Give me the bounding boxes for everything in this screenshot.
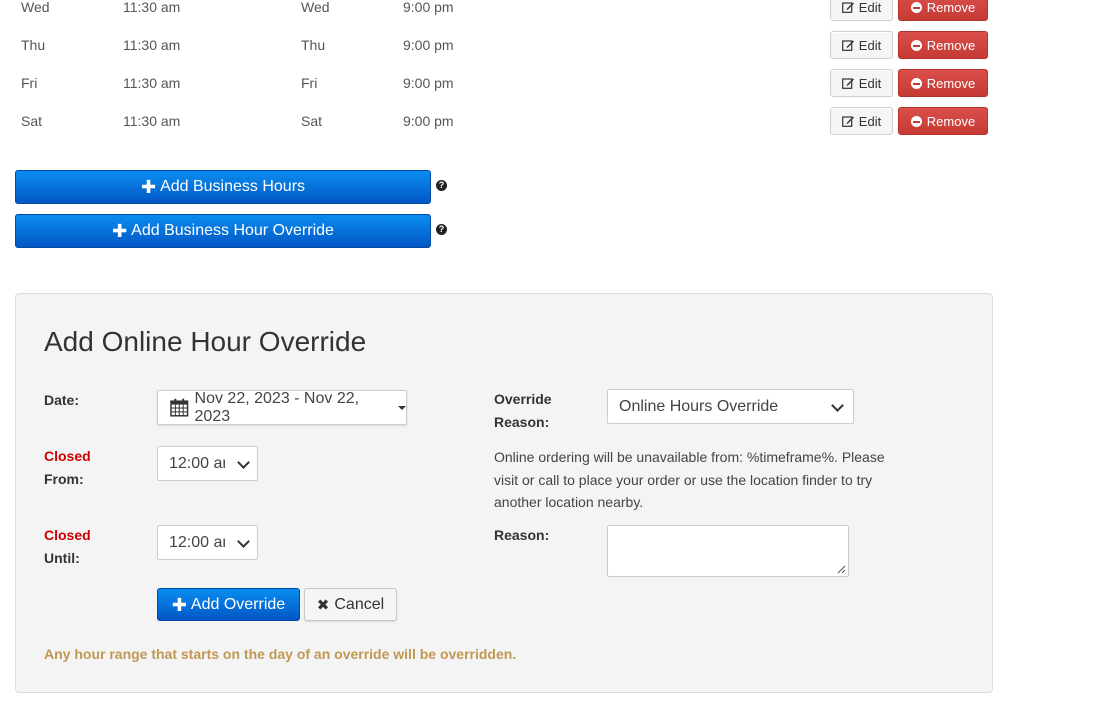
edit-icon: [841, 116, 854, 127]
resize-grip-icon[interactable]: [836, 564, 846, 574]
override-reason-value: Online Hours Override: [619, 397, 779, 415]
close-day: Sat: [301, 113, 323, 129]
chevron-down-icon: [237, 456, 250, 469]
edit-label: Edit: [858, 113, 882, 129]
reason-label: Reason:: [494, 527, 550, 543]
remove-button[interactable]: Remove: [898, 31, 988, 59]
remove-label: Remove: [926, 113, 976, 129]
edit-label: Edit: [858, 37, 882, 53]
open-time: 11:30 am: [123, 37, 181, 53]
remove-label: Remove: [926, 37, 976, 53]
cancel-button[interactable]: ✖ Cancel: [304, 588, 397, 621]
add-override-button[interactable]: ✚ Add Override: [157, 588, 300, 621]
add-override-button-label: Add Business Hour Override: [131, 222, 334, 239]
closed-until-select[interactable]: 12:00 am: [157, 525, 258, 560]
override-note: Any hour range that starts on the day of…: [44, 646, 517, 662]
closed-from-label: Closed: [44, 448, 91, 464]
edit-icon: [841, 2, 854, 13]
open-time: 11:30 am: [123, 0, 181, 15]
override-reason-label-reason: Reason:: [494, 414, 550, 430]
open-day: Thu: [21, 37, 46, 53]
closed-from-value: 12:00 am: [169, 454, 225, 472]
closed-until-value: 12:00 am: [169, 533, 225, 551]
remove-button[interactable]: Remove: [898, 107, 988, 135]
plus-icon: ✚: [112, 221, 128, 241]
caret-down-icon: [398, 405, 406, 410]
reason-textarea[interactable]: [607, 525, 849, 577]
close-time: 9:00 pm: [403, 37, 454, 53]
open-day: Fri: [21, 75, 38, 91]
closed-until-label: Closed: [44, 527, 91, 543]
remove-button[interactable]: Remove: [898, 0, 988, 21]
cancel-label: Cancel: [334, 595, 385, 613]
add-override-label: Add Override: [190, 595, 286, 613]
edit-button[interactable]: Edit: [830, 0, 893, 21]
chevron-down-icon: [237, 535, 250, 548]
close-day: Fri: [301, 75, 318, 91]
edit-icon: [841, 78, 854, 89]
edit-label: Edit: [858, 75, 882, 91]
open-time: 11:30 am: [123, 75, 181, 91]
add-business-hour-override-button[interactable]: ✚ Add Business Hour Override: [15, 214, 431, 248]
remove-label: Remove: [926, 0, 976, 15]
chevron-down-icon: [831, 399, 844, 412]
minus-circle-icon: [910, 115, 922, 127]
remove-button[interactable]: Remove: [898, 69, 988, 97]
online-hour-override-panel: Add Online Hour Override Date: Nov 22, 2…: [15, 293, 993, 693]
close-day: Thu: [301, 37, 326, 53]
override-message: Online ordering will be unavailable from…: [494, 449, 885, 510]
override-reason-select[interactable]: Online Hours Override: [607, 389, 854, 424]
close-time: 9:00 pm: [403, 75, 454, 91]
edit-button[interactable]: Edit: [830, 107, 893, 135]
plus-icon: ✚: [140, 177, 157, 197]
override-reason-label: Override: [494, 391, 552, 407]
close-time: 9:00 pm: [403, 113, 454, 129]
open-day: Sat: [21, 113, 43, 129]
minus-circle-icon: [910, 77, 922, 89]
date-range-value: Nov 22, 2023 - Nov 22, 2023: [194, 389, 360, 425]
plus-icon: ✚: [171, 594, 187, 615]
close-time: 9:00 pm: [403, 0, 454, 15]
edit-button[interactable]: Edit: [830, 31, 893, 59]
table-row: Sat 11:30 am Sat 9:00 pm Edit Remove: [0, 104, 1000, 142]
open-day: Wed: [21, 0, 50, 15]
close-icon: ✖: [316, 596, 330, 614]
closed-from-select[interactable]: 12:00 am: [157, 446, 258, 481]
question-icon[interactable]: ?: [436, 224, 447, 235]
table-row: Thu 11:30 am Thu 9:00 pm Edit Remove: [0, 28, 1000, 66]
closed-from-label-from: From:: [44, 471, 84, 487]
calendar-icon: [170, 398, 189, 417]
add-business-hours-label: Add Business Hours: [160, 178, 306, 195]
table-row: Fri 11:30 am Fri 9:00 pm Edit Remove: [0, 66, 1000, 104]
edit-label: Edit: [858, 0, 882, 15]
add-business-hours-button[interactable]: ✚ Add Business Hours: [15, 170, 431, 204]
table-row: Wed 11:30 am Wed 9:00 pm Edit Remove: [0, 0, 1000, 28]
edit-icon: [841, 40, 854, 51]
closed-until-label-until: Until:: [44, 550, 80, 566]
open-time: 11:30 am: [123, 113, 181, 129]
minus-circle-icon: [910, 1, 922, 13]
minus-circle-icon: [910, 39, 922, 51]
remove-label: Remove: [926, 75, 976, 91]
panel-title: Add Online Hour Override: [44, 326, 367, 357]
date-label: Date:: [44, 392, 80, 408]
close-day: Wed: [301, 0, 330, 15]
edit-button[interactable]: Edit: [830, 69, 893, 97]
question-icon[interactable]: ?: [436, 180, 447, 191]
date-range-picker[interactable]: Nov 22, 2023 - Nov 22, 2023: [157, 390, 407, 425]
